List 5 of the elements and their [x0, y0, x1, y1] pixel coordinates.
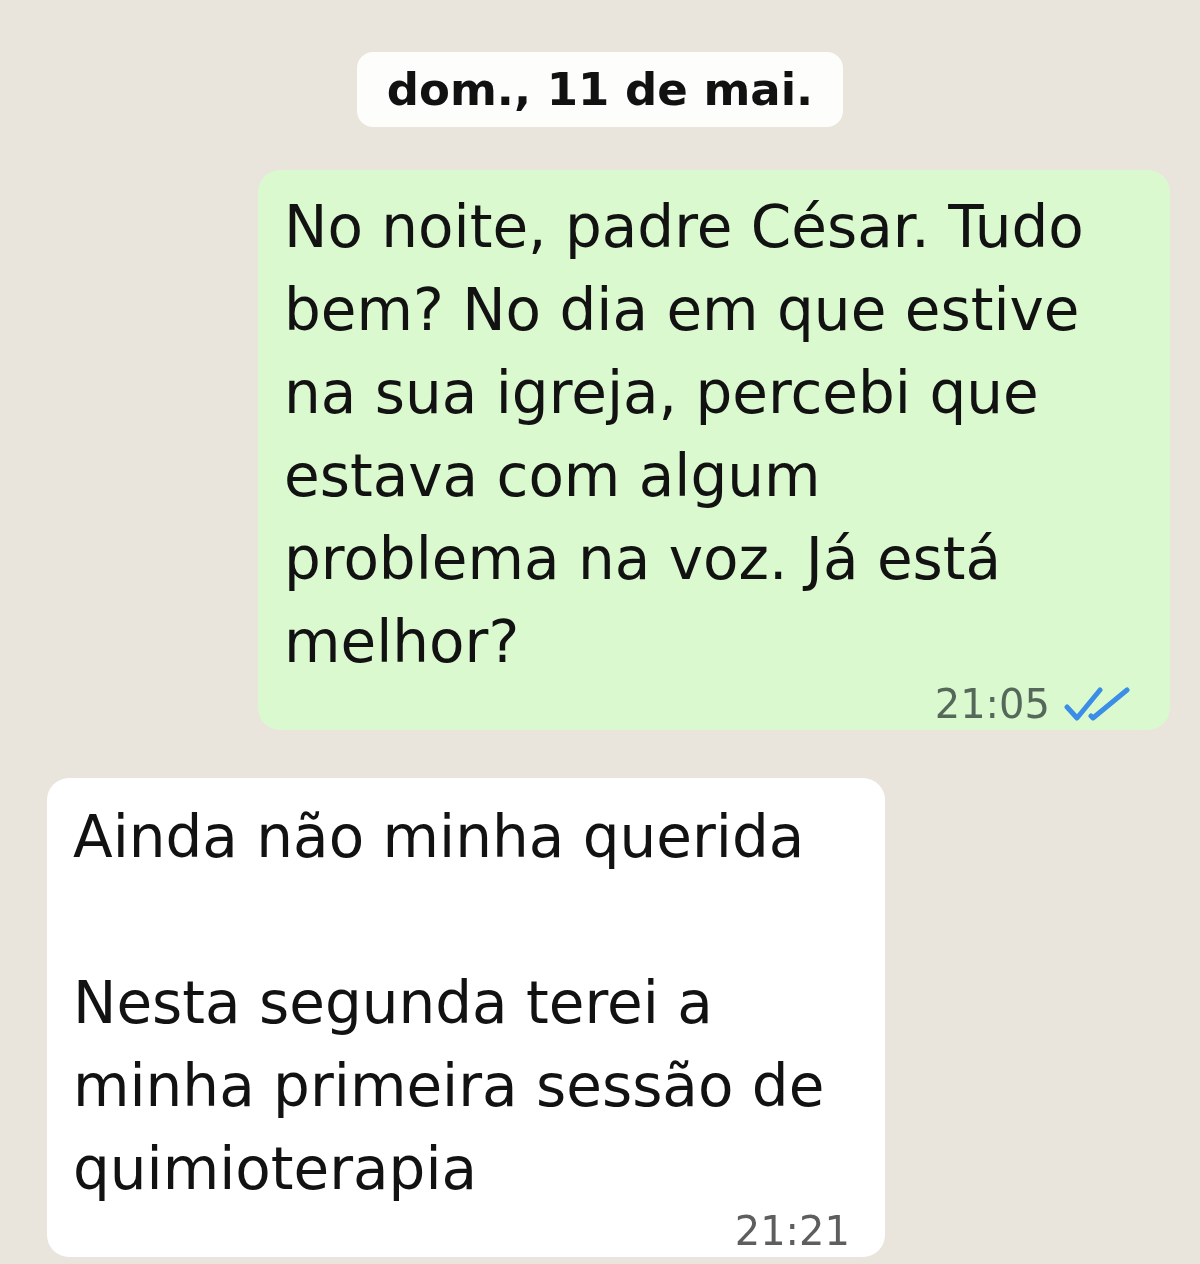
message-text: Ainda não minha querida Nesta segunda terei a minha primeira sessão de quimioterapia [73, 802, 826, 1205]
message-time: 21:05 [934, 684, 1050, 724]
message-time: 21:21 [734, 1211, 850, 1251]
message-text: No noite, padre César. Tudo bem? No dia em que estive na sua igreja, percebi que estava com algum problema na voz. Já está melhor? [284, 192, 1085, 678]
date-separator: dom., 11 de mai. [356, 52, 844, 127]
